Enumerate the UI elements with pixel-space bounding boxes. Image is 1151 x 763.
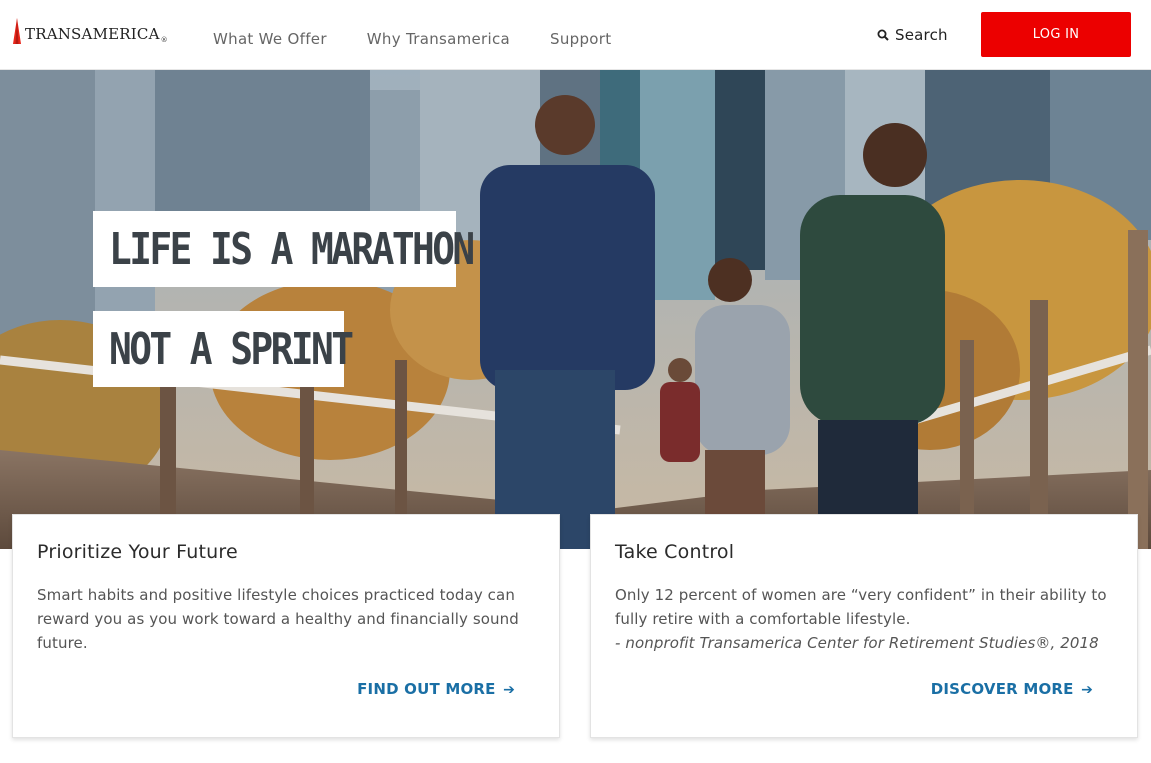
site-header: TRANSAMERICA ® What We Offer Why Transam… [0, 0, 1151, 70]
card-title: Take Control [615, 541, 735, 563]
nav-item-support[interactable]: Support [550, 30, 611, 48]
card-link-label: DISCOVER MORE [930, 680, 1074, 698]
discover-more-link[interactable]: DISCOVER MORE ➔ [931, 680, 1093, 698]
find-out-more-link[interactable]: FIND OUT MORE ➔ [357, 680, 515, 698]
pyramid-logo-icon [13, 18, 21, 44]
card-take-control: Take Control Only 12 percent of women ar… [590, 514, 1138, 738]
hero-photo [0, 70, 1151, 549]
logo-wordmark: TRANSAMERICA [25, 25, 160, 43]
login-button[interactable]: LOG IN [981, 12, 1131, 57]
hero-headline-line-2: NOT A SPRINT [93, 311, 354, 387]
transamerica-logo[interactable]: TRANSAMERICA ® [12, 16, 168, 44]
search-label: Search [895, 26, 948, 44]
card-link-label: FIND OUT MORE [357, 680, 496, 698]
hero-banner: LIFE IS A MARATHON NOT A SPRINT [0, 70, 1151, 549]
logo-registered-mark: ® [160, 36, 168, 44]
hero-headline-text-2: NOT A SPRINT [109, 323, 354, 375]
card-body: Smart habits and positive lifestyle choi… [37, 583, 537, 655]
card-title: Prioritize Your Future [37, 541, 238, 563]
hero-headline-text-1: LIFE IS A MARATHON [109, 223, 475, 275]
arrow-right-icon: ➔ [503, 682, 515, 698]
hero-headline-line-1: LIFE IS A MARATHON [93, 211, 475, 287]
main-nav: What We Offer Why Transamerica Support [213, 30, 611, 48]
card-citation: - nonprofit Transamerica Center for Reti… [615, 634, 1099, 652]
search-button[interactable]: Search [877, 26, 948, 44]
card-body: Only 12 percent of women are “very confi… [615, 583, 1115, 655]
card-body-text: Only 12 percent of women are “very confi… [615, 586, 1107, 628]
nav-item-what-we-offer[interactable]: What We Offer [213, 30, 327, 48]
nav-item-why-transamerica[interactable]: Why Transamerica [367, 30, 510, 48]
card-body-text: Smart habits and positive lifestyle choi… [37, 586, 519, 652]
arrow-right-icon: ➔ [1081, 682, 1093, 698]
card-prioritize-future: Prioritize Your Future Smart habits and … [12, 514, 560, 738]
search-icon [877, 29, 889, 41]
